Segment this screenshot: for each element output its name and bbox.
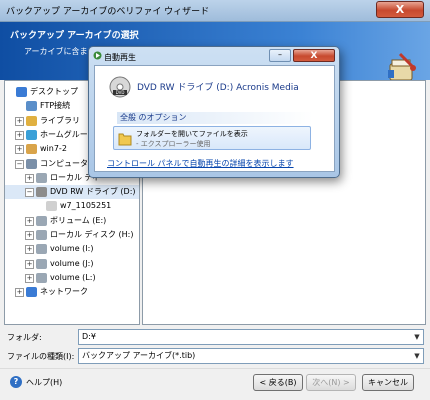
- filetype-label: ファイルの種類(I):: [7, 352, 75, 361]
- autoplay-icon: [93, 51, 102, 60]
- computer-icon: [26, 158, 37, 169]
- tree-item[interactable]: + volume (L:): [5, 271, 139, 285]
- step-title: バックアップ アーカイブの選択: [10, 31, 139, 41]
- homegroup-icon: [26, 129, 37, 140]
- tree-item-label: win7-2: [40, 144, 67, 154]
- autoplay-title: 自動再生: [104, 53, 136, 62]
- tree-item-label: volume (L:): [50, 272, 96, 282]
- tree-item-label: DVD RW ドライブ (D:): [50, 187, 136, 197]
- help-icon[interactable]: ?: [10, 376, 22, 388]
- autoplay-settings-link[interactable]: コントロール パネルで自動再生の詳細を表示します: [107, 158, 294, 169]
- expand-icon[interactable]: +: [25, 245, 34, 255]
- options-group-header: 全般 のオプション: [117, 112, 313, 124]
- tree-item-label: デスクトップ: [30, 87, 78, 96]
- expand-icon[interactable]: +: [15, 130, 24, 140]
- expand-icon[interactable]: +: [25, 231, 34, 240]
- expand-icon[interactable]: +: [15, 288, 24, 298]
- collapse-icon[interactable]: −: [15, 159, 24, 169]
- tree-item-label: FTP接続: [40, 101, 71, 111]
- option-title: フォルダーを開いてファイルを表示: [136, 130, 248, 138]
- tree-item-label: ネットワーク: [40, 287, 88, 297]
- tree-item-label: ローカル ディスク (H:): [50, 230, 134, 239]
- tree-item[interactable]: + volume (J:): [5, 257, 139, 271]
- back-button[interactable]: < 戻る(B): [253, 374, 303, 391]
- autoplay-dialog[interactable]: 自動再生 – X DVD DVD RW ドライブ (D:) Acronis Me…: [88, 46, 340, 178]
- expand-icon[interactable]: +: [15, 116, 24, 126]
- filetype-select[interactable]: バックアップ アーカイブ(*.tib) ▼: [78, 348, 424, 364]
- tree-item[interactable]: + ボリューム (E:): [5, 214, 139, 228]
- expand-icon[interactable]: +: [15, 145, 24, 155]
- tree-item-label: w7_1105251: [60, 201, 112, 211]
- folder-value: D:¥: [82, 332, 96, 341]
- tree-item[interactable]: + ネットワーク: [5, 285, 139, 299]
- expand-icon[interactable]: +: [25, 216, 34, 226]
- chevron-down-icon[interactable]: ▼: [412, 350, 422, 362]
- user-icon: [26, 144, 37, 155]
- drive-icon: [36, 258, 47, 269]
- tree-item[interactable]: − DVD RW ドライブ (D:): [5, 185, 139, 200]
- minimize-button[interactable]: –: [269, 49, 291, 62]
- autoplay-body: DVD DVD RW ドライブ (D:) Acronis Media 全般 のオ…: [94, 65, 335, 172]
- tree-item-label: ライブラリ: [40, 115, 80, 125]
- tree-item-label: volume (J:): [50, 258, 94, 268]
- collapse-icon[interactable]: −: [25, 188, 34, 198]
- tree-item-label: ホームグループ: [40, 129, 96, 139]
- help-link[interactable]: ヘルプ(H): [26, 377, 62, 388]
- drive-icon: [36, 272, 47, 283]
- dvd-icon: [36, 187, 47, 198]
- autoplay-close-button[interactable]: X: [293, 49, 335, 62]
- svg-text:DVD: DVD: [116, 90, 125, 95]
- drive-icon: [36, 230, 47, 240]
- chevron-down-icon[interactable]: ▼: [412, 331, 422, 343]
- drive-icon: [36, 172, 47, 183]
- folder-icon: [118, 133, 132, 146]
- folder-label: フォルダ:: [7, 333, 42, 342]
- cancel-button[interactable]: キャンセル: [362, 374, 414, 391]
- expand-icon[interactable]: +: [25, 259, 34, 269]
- dvd-disc-icon: DVD: [109, 76, 131, 98]
- library-icon: [26, 115, 37, 126]
- window-close-button[interactable]: X: [376, 1, 424, 18]
- tree-item[interactable]: + volume (I:): [5, 242, 139, 256]
- expand-icon[interactable]: +: [25, 273, 34, 283]
- filetype-value: バックアップ アーカイブ(*.tib): [82, 351, 196, 360]
- file-icon: [46, 201, 57, 212]
- network-icon: [26, 287, 37, 298]
- drive-icon: [36, 244, 47, 255]
- ftp-icon: [26, 101, 37, 112]
- window-title: バックアップ アーカイブのベリファイ ウィザード: [6, 7, 210, 17]
- device-name: DVD RW ドライブ (D:) Acronis Media: [137, 83, 299, 93]
- folder-input[interactable]: D:¥ ▼: [78, 329, 424, 345]
- option-subtitle: - エクスプローラー使用: [136, 140, 211, 148]
- desktop-icon: [16, 87, 27, 97]
- tree-item[interactable]: + ローカル ディスク (H:): [5, 228, 139, 242]
- tree-item[interactable]: w7_1105251: [5, 199, 139, 213]
- title-bar: バックアップ アーカイブのベリファイ ウィザード X: [0, 0, 430, 22]
- drive-icon: [36, 215, 47, 226]
- open-folder-option[interactable]: フォルダーを開いてファイルを表示 - エクスプローラー使用: [113, 126, 311, 150]
- tree-item-label: volume (I:): [50, 244, 94, 254]
- expand-icon[interactable]: +: [25, 173, 34, 183]
- next-button[interactable]: 次へ(N) >: [306, 374, 356, 391]
- tree-item-label: ボリューム (E:): [50, 215, 107, 225]
